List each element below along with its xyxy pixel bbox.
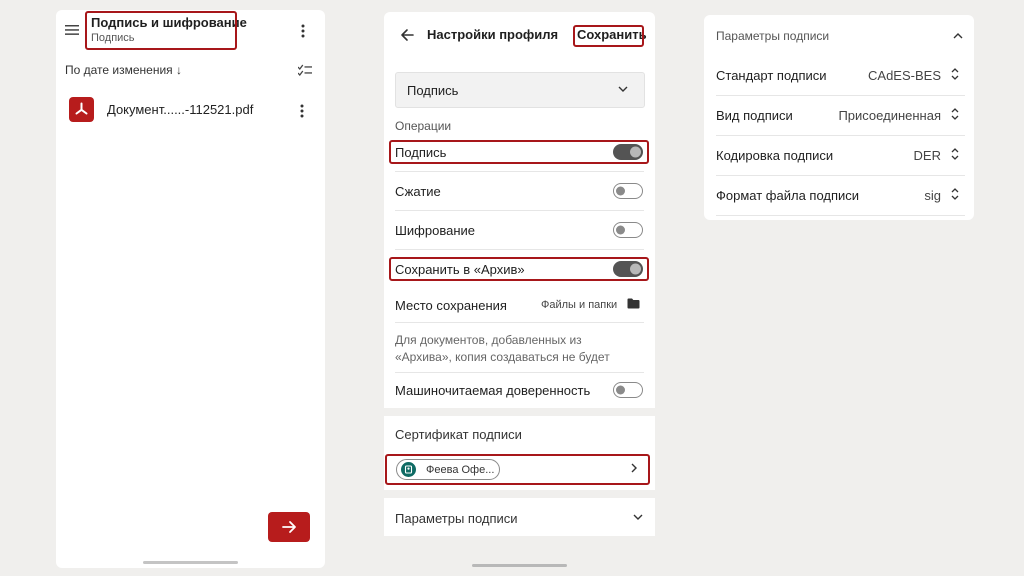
param-value[interactable]: sig [924, 188, 941, 203]
signature-params-title: Параметры подписи [395, 511, 518, 526]
page-title: Настройки профиля [427, 27, 559, 42]
archive-note-line-2: «Архива», копия создаваться не будет [395, 350, 610, 364]
param-label: Кодировка подписи [716, 148, 834, 163]
toggle-label-compression: Сжатие [395, 184, 441, 199]
signature-params-header[interactable]: Параметры подписи [384, 498, 655, 536]
unfold-icon[interactable] [951, 107, 959, 121]
folder-icon[interactable] [627, 298, 640, 309]
machine-readable-toggle[interactable] [613, 382, 643, 398]
unfold-icon[interactable] [951, 67, 959, 81]
param-value[interactable]: CAdES-BES [868, 68, 941, 83]
param-label: Стандарт подписи [716, 68, 827, 83]
pdf-icon [69, 97, 94, 122]
signature-highlight [389, 140, 649, 164]
list-item[interactable]: Документ......-112521.pdf [56, 96, 325, 126]
save-location-value[interactable]: Файлы и папки [541, 299, 617, 311]
unfold-icon[interactable] [951, 187, 959, 201]
more-vert-icon[interactable] [301, 24, 305, 38]
chevron-down-icon [633, 514, 643, 520]
sort-button[interactable]: По дате изменения ↓ [65, 63, 182, 77]
certificate-highlight [385, 454, 650, 485]
toggle-label-encryption: Шифрование [395, 223, 475, 238]
param-value[interactable]: DER [914, 148, 941, 163]
param-label: Формат файла подписи [716, 188, 860, 203]
more-vert-icon[interactable] [300, 104, 304, 118]
chevron-up-icon[interactable] [953, 33, 963, 39]
unfold-icon[interactable] [951, 147, 959, 161]
title-highlight [85, 11, 237, 50]
card-title: Параметры подписи [716, 29, 830, 43]
home-indicator [472, 564, 567, 567]
arrow-down-icon: ↓ [176, 63, 183, 77]
signature-params-card: Параметры подписи Стандарт подписи CAdES… [704, 15, 974, 220]
profile-settings-screen: Настройки профиля Сохранить Подпись Опер… [384, 12, 655, 574]
sort-label: По дате изменения [65, 63, 173, 77]
file-list-screen: Подпись и шифрование Подпись По дате изм… [56, 10, 325, 568]
chevron-down-icon [618, 86, 628, 92]
file-name: Документ......-112521.pdf [107, 102, 254, 117]
certificate-title: Сертификат подписи [395, 427, 522, 442]
profile-select[interactable]: Подпись [395, 72, 645, 108]
archive-note-line-1: Для документов, добавленных из [395, 333, 582, 347]
back-arrow-icon[interactable] [400, 28, 414, 42]
profile-select-value: Подпись [407, 83, 459, 98]
section-heading: Операции [395, 119, 452, 133]
archive-highlight [389, 257, 649, 281]
compression-toggle[interactable] [613, 183, 643, 199]
hamburger-icon[interactable] [65, 24, 79, 36]
checklist-icon[interactable] [298, 64, 312, 76]
archive-note: Для документов, добавленных из «Архива»,… [395, 332, 610, 366]
encryption-toggle[interactable] [613, 222, 643, 238]
arrow-right-icon [282, 521, 296, 533]
save-highlight [573, 25, 644, 47]
param-label: Вид подписи [716, 108, 793, 123]
toggle-label-machine-readable: Машиночитаемая доверенность [395, 383, 591, 398]
save-location-label: Место сохранения [395, 298, 507, 313]
next-button[interactable] [268, 512, 310, 542]
param-value[interactable]: Присоединенная [838, 108, 941, 123]
home-indicator [143, 561, 238, 564]
